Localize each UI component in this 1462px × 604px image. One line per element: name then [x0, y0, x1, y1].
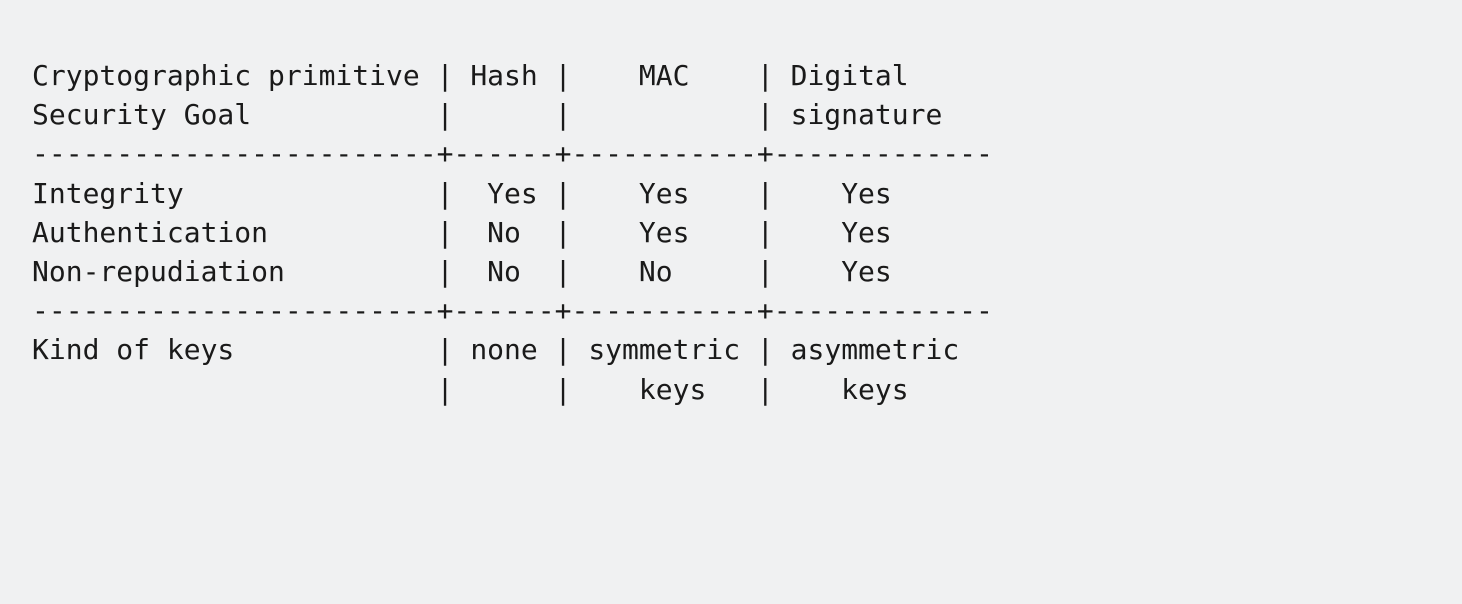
row-non-repudiation: Non-repudiation | No | No | Yes — [32, 255, 892, 288]
cell-value: asymmetric — [791, 333, 960, 366]
row-kind-of-keys-top: Kind of keys | none | symmetric | asymme… — [32, 333, 959, 366]
cell-value: No — [487, 255, 521, 288]
cell-value: none — [470, 333, 537, 366]
cell-value: Yes — [841, 216, 892, 249]
cell-value: No — [639, 255, 673, 288]
separator-bottom: ------------------------+------+--------… — [32, 294, 993, 327]
row-authentication: Authentication | No | Yes | Yes — [32, 216, 892, 249]
separator-top: ------------------------+------+--------… — [32, 137, 993, 170]
header-label-goal: Security Goal — [32, 98, 251, 131]
header-row-1: Cryptographic primitive | Hash | MAC | D… — [32, 59, 909, 92]
row-kind-of-keys-bottom: | | keys | keys — [32, 373, 909, 406]
cell-value: Yes — [487, 177, 538, 210]
header-row-2: Security Goal | | | signature — [32, 98, 942, 131]
row-label: Kind of keys — [32, 333, 234, 366]
cell-value: Yes — [639, 216, 690, 249]
cell-value: symmetric — [588, 333, 740, 366]
cell-value: keys — [841, 373, 908, 406]
cell-value: No — [487, 216, 521, 249]
column-header-hash: Hash — [470, 59, 537, 92]
cell-value: keys — [639, 373, 706, 406]
cell-value: Yes — [639, 177, 690, 210]
row-label: Authentication — [32, 216, 268, 249]
crypto-primitive-table: Cryptographic primitive | Hash | MAC | D… — [0, 28, 1462, 437]
column-header-digital-top: Digital — [791, 59, 909, 92]
cell-value: Yes — [841, 255, 892, 288]
column-header-digital-bottom: signature — [791, 98, 943, 131]
row-integrity: Integrity | Yes | Yes | Yes — [32, 177, 892, 210]
column-header-mac: MAC — [639, 59, 690, 92]
row-label: Non-repudiation — [32, 255, 285, 288]
cell-value: Yes — [841, 177, 892, 210]
row-label: Integrity — [32, 177, 184, 210]
header-label-primitive: Cryptographic primitive — [32, 59, 420, 92]
